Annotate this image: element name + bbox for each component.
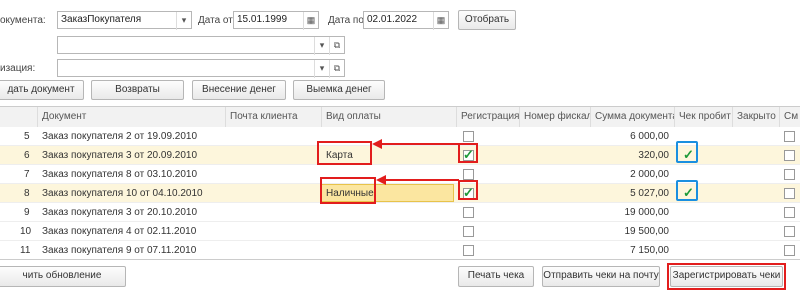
update-button[interactable]: чить обновление	[0, 266, 126, 287]
annotation-box	[667, 263, 786, 290]
arrow-head	[372, 139, 382, 149]
arrow-head	[376, 175, 386, 185]
send-receipts-button[interactable]: Отправить чеки на почту	[542, 266, 660, 287]
print-receipt-button[interactable]: Печать чека	[458, 266, 534, 287]
annotation-arrows	[372, 139, 459, 185]
